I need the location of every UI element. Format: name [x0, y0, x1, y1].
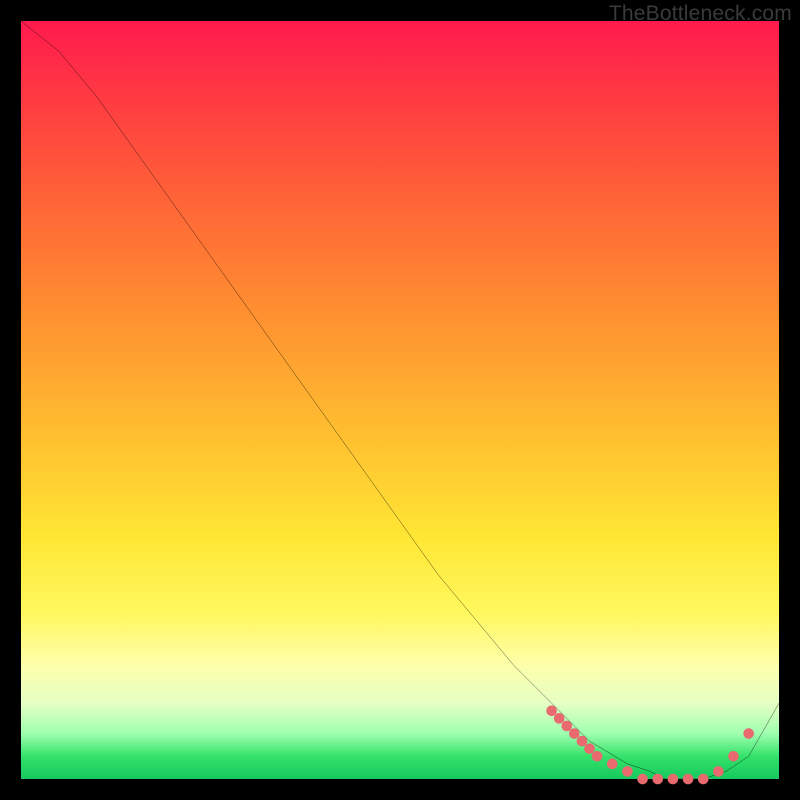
- chart-frame: TheBottleneck.com: [0, 0, 800, 800]
- curve-layer: [21, 21, 779, 779]
- watermark-text: TheBottleneck.com: [609, 2, 792, 26]
- highlight-dot: [728, 751, 739, 762]
- highlight-dot: [637, 774, 648, 785]
- highlight-dot: [577, 736, 588, 747]
- highlight-dot: [743, 728, 754, 739]
- highlight-dot: [607, 759, 618, 770]
- highlight-dot: [668, 774, 679, 785]
- highlight-dot: [652, 774, 663, 785]
- highlight-dot: [713, 766, 724, 777]
- highlight-dots: [546, 705, 754, 784]
- highlight-dot: [584, 743, 595, 754]
- bottleneck-curve: [21, 21, 779, 779]
- highlight-dot: [683, 774, 694, 785]
- highlight-dot: [622, 766, 633, 777]
- highlight-dot: [561, 721, 572, 732]
- highlight-dot: [698, 774, 709, 785]
- highlight-dot: [592, 751, 603, 762]
- highlight-dot: [554, 713, 565, 724]
- highlight-dot: [569, 728, 580, 739]
- highlight-dot: [546, 705, 557, 716]
